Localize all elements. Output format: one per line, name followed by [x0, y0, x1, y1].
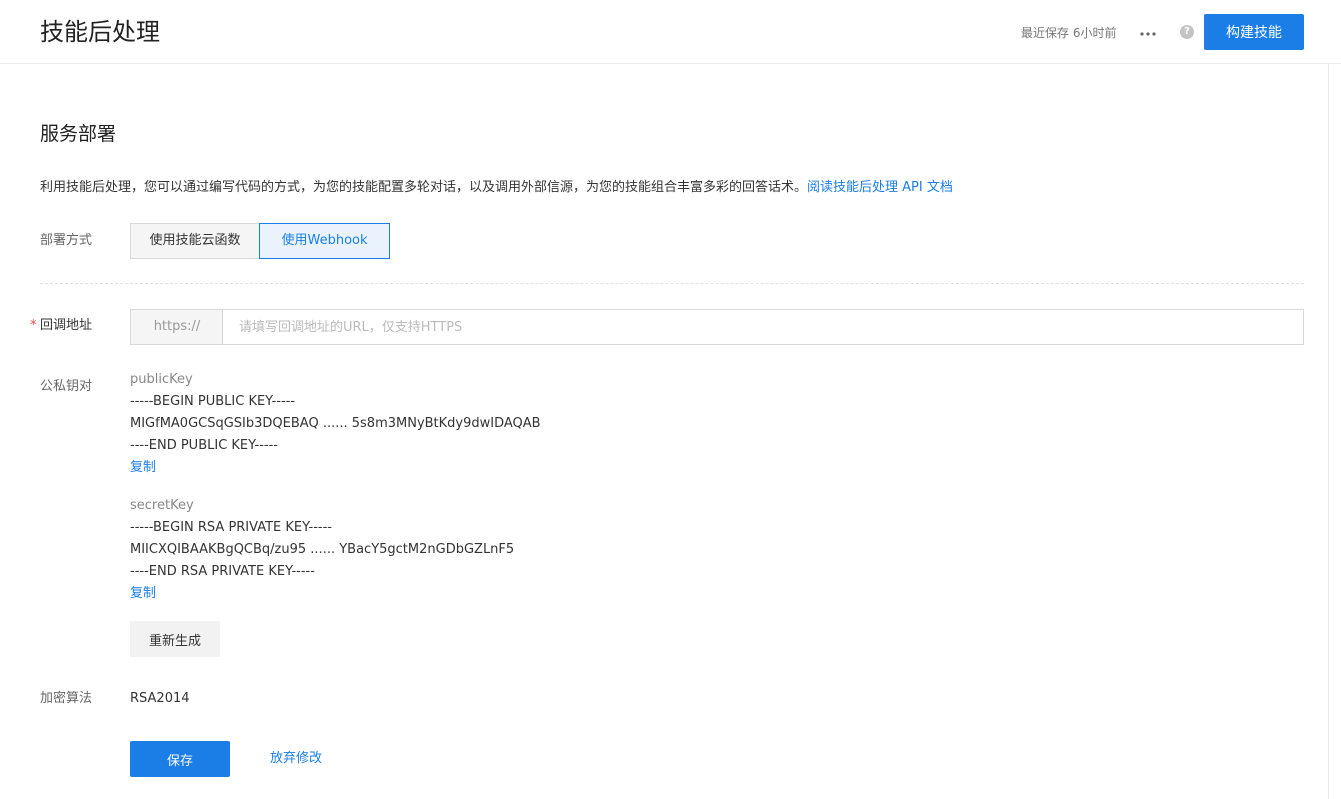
callback-url-label-text: 回调地址 — [40, 318, 93, 333]
key-pair-label: 公私钥对 — [40, 379, 93, 394]
section-title: 服务部署 — [40, 123, 117, 145]
encryption-algorithm-value: RSA2014 — [130, 691, 190, 706]
section-divider — [40, 283, 1304, 284]
question-circle-icon[interactable]: ? — [1180, 25, 1194, 39]
url-protocol-prefix: https:// — [130, 309, 223, 345]
callback-url-label: * 回调地址 — [30, 316, 93, 336]
description-text: 利用技能后处理，您可以通过编写代码的方式，为您的技能配置多轮对话，以及调用外部信… — [40, 180, 808, 195]
secret-key-line: -----BEGIN RSA PRIVATE KEY----- — [130, 520, 332, 535]
deploy-option-webhook[interactable]: 使用Webhook — [259, 223, 390, 259]
deploy-option-cloud-function[interactable]: 使用技能云函数 — [130, 223, 260, 259]
top-header: 技能后处理 最近保存 6小时前 ? 构建技能 — [0, 0, 1341, 64]
public-key-line: ----END PUBLIC KEY----- — [130, 438, 278, 453]
copy-public-key-link[interactable]: 复制 — [130, 459, 156, 477]
discard-changes-link[interactable]: 放弃修改 — [270, 749, 322, 769]
secret-key-line: MIICXQIBAAKBgQCBq/zu95 ...... YBacY5gctM… — [130, 542, 515, 557]
more-horizontal-icon[interactable] — [1138, 22, 1158, 42]
scroll-track — [1328, 64, 1329, 799]
page-title: 技能后处理 — [40, 18, 160, 46]
required-mark: * — [30, 318, 37, 333]
deploy-method-label: 部署方式 — [40, 233, 93, 248]
save-button[interactable]: 保存 — [130, 741, 230, 777]
callback-url-input[interactable] — [222, 309, 1304, 345]
regenerate-keys-button[interactable]: 重新生成 — [130, 621, 220, 657]
api-doc-link[interactable]: 阅读技能后处理 API 文档 — [807, 180, 953, 195]
public-key-line: MIGfMA0GCSqGSIb3DQEBAQ ...... 5s8m3MNyBt… — [130, 416, 541, 431]
save-status: 最近保存 6小时前 — [1021, 26, 1117, 40]
secret-key-title: secretKey — [130, 498, 194, 513]
public-key-title: publicKey — [130, 372, 193, 387]
copy-secret-key-link[interactable]: 复制 — [130, 585, 156, 603]
secret-key-line: ----END RSA PRIVATE KEY----- — [130, 564, 315, 579]
section-description: 利用技能后处理，您可以通过编写代码的方式，为您的技能配置多轮对话，以及调用外部信… — [40, 178, 953, 198]
encryption-algorithm-label: 加密算法 — [40, 691, 93, 706]
build-skill-button[interactable]: 构建技能 — [1204, 14, 1304, 50]
public-key-line: -----BEGIN PUBLIC KEY----- — [130, 394, 296, 409]
